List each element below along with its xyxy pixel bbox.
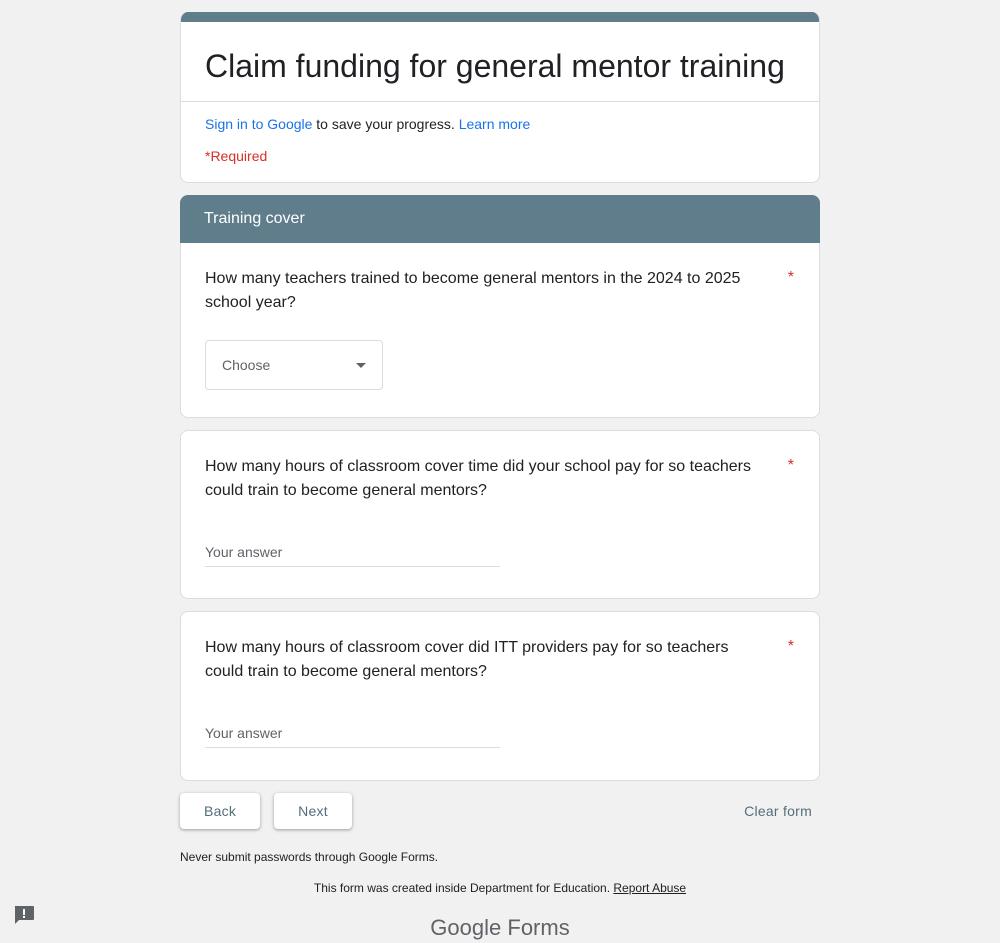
signin-row: Sign in to Google to save your progress.… xyxy=(181,102,819,134)
created-note: This form was created inside Department … xyxy=(180,880,820,896)
created-note-text: This form was created inside Department … xyxy=(313,881,614,895)
required-note: *Required xyxy=(205,148,268,164)
dropdown-selected-value: Choose xyxy=(222,357,271,373)
question-card-3: How many hours of classroom cover did IT… xyxy=(180,611,820,781)
required-star: * xyxy=(787,269,794,286)
required-star: * xyxy=(787,457,794,474)
back-button[interactable]: Back xyxy=(180,793,261,829)
google-forms-logo[interactable]: Google Forms xyxy=(180,913,820,943)
question-card-1: How many teachers trained to become gene… xyxy=(180,243,820,418)
logo-forms-text: Forms xyxy=(507,915,570,940)
teachers-count-dropdown[interactable]: Choose xyxy=(205,340,383,390)
header-accent-bar xyxy=(181,12,819,22)
learn-more-link[interactable]: Learn more xyxy=(459,116,531,132)
signin-text: to save your progress. xyxy=(312,116,459,132)
form-navigation: Back Next Clear form xyxy=(180,793,820,829)
feedback-icon xyxy=(14,906,34,924)
logo-google-text: Google xyxy=(430,915,502,940)
report-abuse-link[interactable]: Report Abuse xyxy=(613,881,686,895)
form-header-card: Claim funding for general mentor trainin… xyxy=(180,12,820,183)
signin-link[interactable]: Sign in to Google xyxy=(205,116,312,132)
school-cover-hours-input[interactable] xyxy=(205,538,500,567)
report-feedback-icon[interactable] xyxy=(13,905,35,925)
clear-form-button[interactable]: Clear form xyxy=(736,803,820,819)
question-text: How many hours of classroom cover time d… xyxy=(205,458,752,499)
form-container: Claim funding for general mentor trainin… xyxy=(180,12,820,943)
form-title: Claim funding for general mentor trainin… xyxy=(205,48,785,84)
question-text: How many teachers trained to become gene… xyxy=(205,270,741,311)
question-text: How many hours of classroom cover did IT… xyxy=(205,639,729,680)
itt-cover-hours-input[interactable] xyxy=(205,719,500,748)
next-button[interactable]: Next xyxy=(274,793,352,829)
password-warning: Never submit passwords through Google Fo… xyxy=(180,850,439,864)
question-card-2: How many hours of classroom cover time d… xyxy=(180,430,820,599)
section-header: Training cover xyxy=(180,195,820,243)
required-star: * xyxy=(787,638,794,655)
caret-down-icon xyxy=(356,362,366,368)
